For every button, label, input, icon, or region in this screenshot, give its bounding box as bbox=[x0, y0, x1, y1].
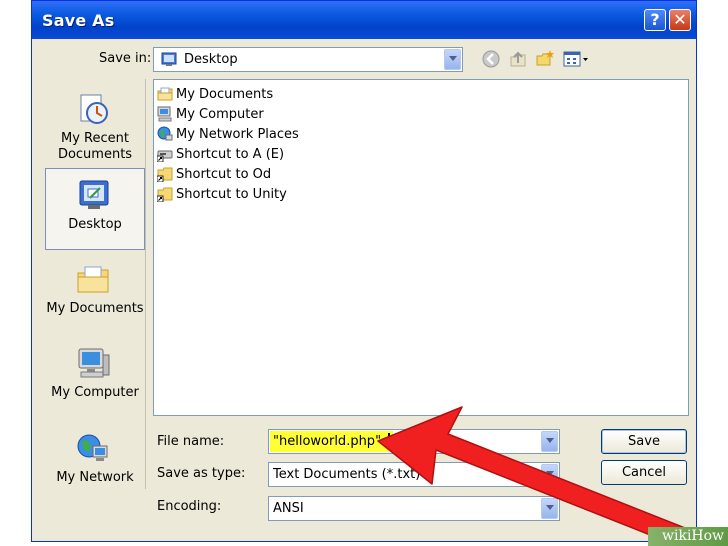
encoding-label: Encoding: bbox=[157, 499, 222, 514]
my-computer-icon bbox=[157, 106, 172, 122]
save-in-value: Desktop bbox=[184, 52, 238, 67]
cancel-button[interactable]: Cancel bbox=[601, 460, 687, 485]
back-icon[interactable] bbox=[481, 49, 501, 69]
my-computer-icon bbox=[78, 348, 110, 378]
place-my-documents[interactable]: My Documents bbox=[45, 253, 145, 335]
place-desktop[interactable]: Desktop bbox=[45, 168, 145, 250]
folder-shortcut-icon bbox=[157, 167, 173, 182]
save-in-label: Save in: bbox=[99, 51, 152, 66]
place-label-desktop: Desktop bbox=[68, 217, 122, 232]
chevron-down-icon[interactable] bbox=[444, 49, 461, 70]
file-name-label: File name: bbox=[157, 434, 225, 449]
save-in-dropdown[interactable]: Desktop bbox=[153, 47, 463, 72]
file-name-value: "helloworld.php" bbox=[273, 434, 382, 449]
save-as-type-dropdown[interactable]: Text Documents (*.txt) bbox=[268, 462, 560, 487]
file-name: My Computer bbox=[176, 107, 264, 122]
chevron-down-icon[interactable] bbox=[541, 498, 558, 519]
my-network-icon bbox=[77, 434, 108, 461]
place-label-my-computer: My Computer bbox=[51, 385, 139, 400]
encoding-value: ANSI bbox=[273, 501, 304, 516]
desktop-icon bbox=[79, 180, 109, 209]
encoding-dropdown[interactable]: ANSI bbox=[268, 496, 560, 521]
folder-shortcut-icon bbox=[157, 187, 173, 202]
chevron-down-icon[interactable] bbox=[541, 431, 558, 452]
file-list[interactable]: My Documents My Computer My Network Plac… bbox=[153, 79, 689, 416]
up-folder-icon[interactable] bbox=[508, 49, 528, 69]
place-recent-documents[interactable]: My Recent Documents bbox=[45, 83, 145, 165]
file-name-input[interactable]: "helloworld.php" bbox=[268, 429, 560, 454]
dialog-title: Save As bbox=[42, 11, 115, 30]
file-name: My Network Places bbox=[176, 127, 299, 142]
file-name: Shortcut to Unity bbox=[176, 187, 287, 202]
place-label-my-documents: My Documents bbox=[46, 301, 144, 316]
title-bar[interactable]: Save As ? ✕ bbox=[32, 1, 696, 39]
close-button[interactable]: ✕ bbox=[669, 9, 691, 31]
file-name: Shortcut to Od bbox=[176, 167, 272, 182]
network-places-icon bbox=[157, 126, 173, 141]
place-label-recent: My Recent Documents bbox=[57, 131, 133, 162]
file-name: My Documents bbox=[176, 87, 274, 102]
my-documents-icon bbox=[77, 266, 109, 293]
place-label-my-network: My Network bbox=[56, 470, 134, 485]
save-as-type-value: Text Documents (*.txt) bbox=[273, 467, 421, 482]
watermark-logo: wikiHow bbox=[648, 527, 728, 546]
text-caret bbox=[388, 433, 390, 450]
recent-documents-icon bbox=[80, 94, 108, 124]
places-bar: My Recent Documents Desktop My Documents bbox=[45, 79, 146, 489]
save-as-type-label: Save as type: bbox=[157, 466, 246, 481]
views-menu-icon[interactable] bbox=[562, 49, 590, 69]
place-my-network[interactable]: My Network bbox=[45, 422, 145, 504]
drive-shortcut-icon bbox=[157, 150, 173, 162]
help-button[interactable]: ? bbox=[644, 9, 666, 31]
place-my-computer[interactable]: My Computer bbox=[45, 337, 145, 419]
save-as-dialog: Save As ? ✕ Save in: Desktop My Recent D… bbox=[31, 0, 697, 542]
save-button[interactable]: Save bbox=[601, 429, 687, 454]
my-documents-icon bbox=[157, 87, 173, 101]
new-folder-icon[interactable] bbox=[535, 49, 555, 69]
chevron-down-icon[interactable] bbox=[541, 464, 558, 485]
desktop-small-icon bbox=[161, 52, 177, 66]
file-name: Shortcut to A (E) bbox=[176, 147, 285, 162]
